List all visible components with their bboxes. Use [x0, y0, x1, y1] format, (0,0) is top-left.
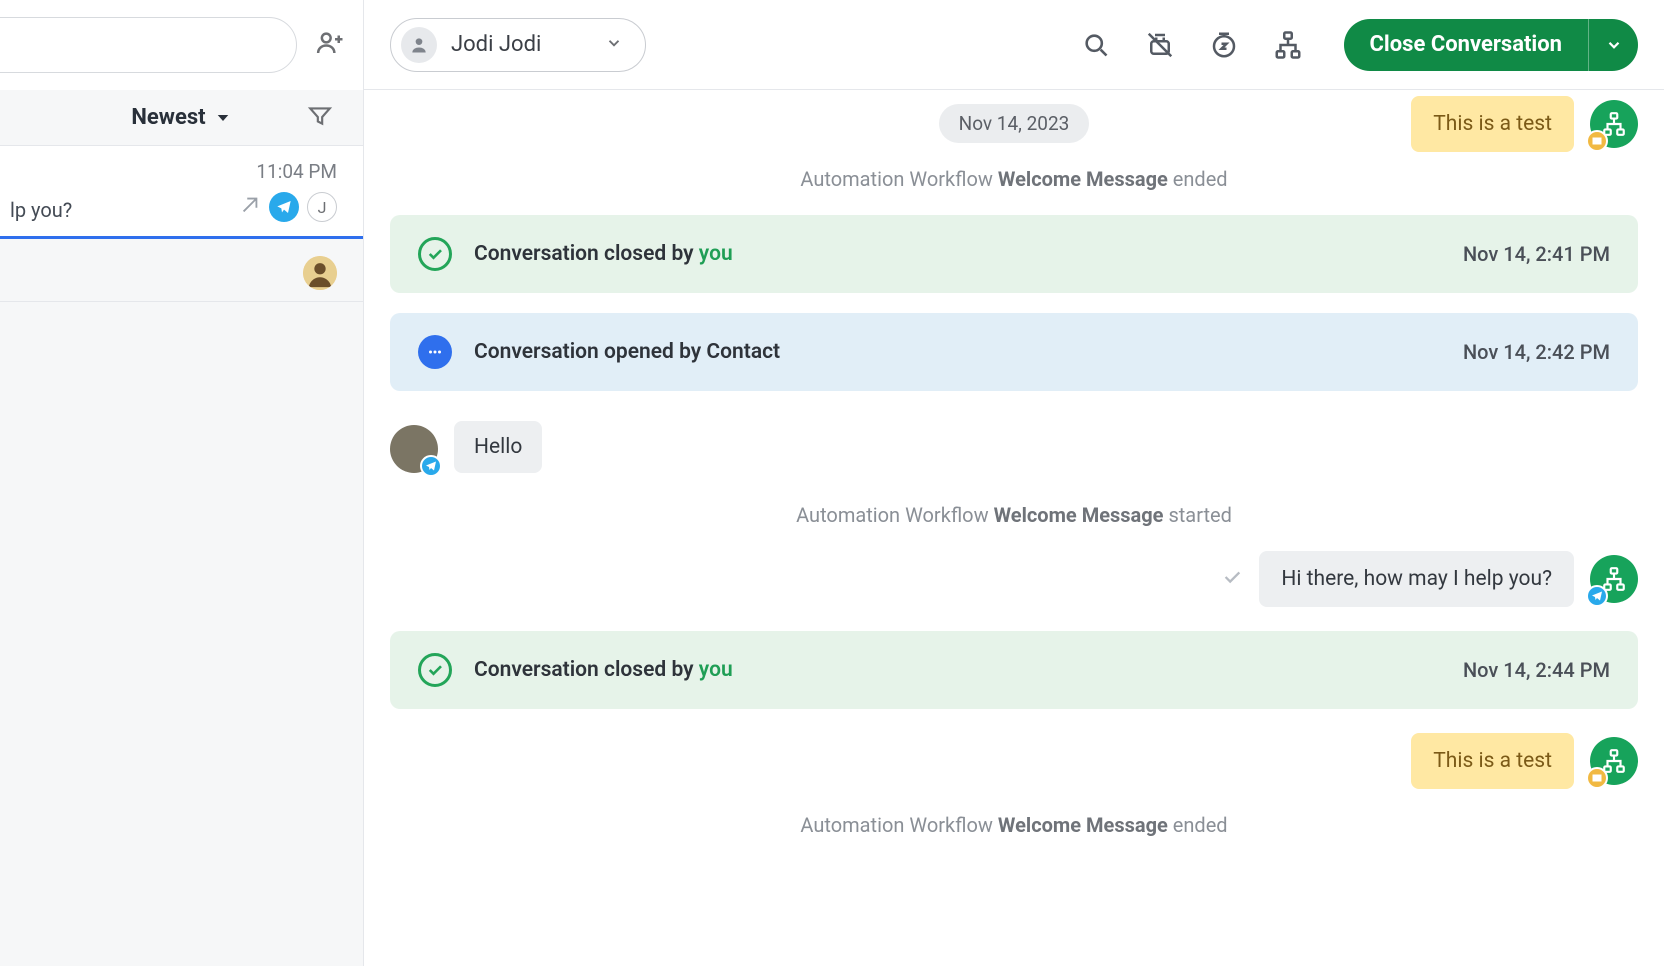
bot-avatar	[1590, 100, 1638, 148]
note-bubble[interactable]: This is a test	[1411, 96, 1574, 152]
conversation-closed-banner: Conversation closed by you Nov 14, 2:41 …	[390, 215, 1638, 293]
event-text: Conversation opened by Contact	[474, 340, 780, 364]
sort-label: Newest	[131, 105, 205, 130]
close-conversation-button[interactable]: Close Conversation	[1344, 19, 1638, 71]
chevron-down-icon	[214, 109, 232, 127]
inbound-message[interactable]: Hello	[454, 421, 542, 473]
automation-workflow-name: Welcome Message	[998, 813, 1168, 837]
outbound-message[interactable]: Hi there, how may I help you?	[1259, 551, 1574, 607]
workflow-tree-icon[interactable]	[1266, 23, 1310, 67]
assignee-badge: J	[307, 192, 337, 222]
telegram-icon	[420, 455, 442, 477]
snooze-icon[interactable]	[1202, 23, 1246, 67]
automation-ended-line: Automation Workflow Welcome Message ende…	[390, 813, 1638, 837]
message-row-note: This is a test	[1411, 96, 1638, 152]
automation-text: started	[1163, 503, 1231, 527]
event-text: Conversation closed by you	[474, 658, 733, 682]
search-input[interactable]	[0, 17, 297, 73]
filter-icon[interactable]	[307, 103, 333, 133]
sidebar: Newest 11:04 PM lp you? J	[0, 0, 364, 966]
chevron-down-icon	[605, 34, 623, 56]
conversation-icons: J	[239, 192, 337, 222]
conversation-closed-banner: Conversation closed by you Nov 14, 2:44 …	[390, 631, 1638, 709]
automation-workflow-name: Welcome Message	[998, 167, 1168, 191]
contact-avatar	[390, 425, 438, 473]
note-badge-icon	[1586, 767, 1608, 789]
chat-pane: This is a test Nov 14, 2023 Automation W…	[364, 90, 1664, 966]
header: Jodi Jodi Close Conversation	[364, 0, 1664, 90]
message-row-note: This is a test	[390, 733, 1638, 789]
event-text-you: you	[699, 658, 733, 682]
conversation-item[interactable]: 11:04 PM lp you? J	[0, 146, 363, 239]
chat-bubble-icon	[418, 335, 452, 369]
event-text-you: you	[699, 242, 733, 266]
sidebar-top	[0, 0, 363, 90]
outgoing-arrow-icon	[239, 194, 261, 220]
check-circle-icon	[418, 653, 452, 687]
search-icon[interactable]	[1074, 23, 1118, 67]
conversation-opened-banner: Conversation opened by Contact Nov 14, 2…	[390, 313, 1638, 391]
event-time: Nov 14, 2:41 PM	[1463, 242, 1610, 266]
automation-text: Automation Workflow	[800, 167, 997, 191]
automation-ended-line: Automation Workflow Welcome Message ende…	[390, 167, 1638, 191]
date-separator: Nov 14, 2023	[939, 104, 1090, 143]
bot-avatar	[1590, 555, 1638, 603]
note-badge-icon	[1586, 130, 1608, 152]
event-text-part: Conversation closed by	[474, 658, 699, 682]
telegram-icon	[1586, 585, 1608, 607]
outbound-message-row: Hi there, how may I help you?	[390, 551, 1638, 607]
note-bubble[interactable]: This is a test	[1411, 733, 1574, 789]
delivered-check-icon	[1221, 566, 1243, 592]
automation-started-line: Automation Workflow Welcome Message star…	[390, 503, 1638, 527]
contact-name: Jodi Jodi	[451, 32, 541, 57]
check-circle-icon	[418, 237, 452, 271]
sort-button[interactable]: Newest	[131, 105, 231, 130]
automation-icon[interactable]	[1138, 23, 1182, 67]
automation-text: Automation Workflow	[800, 813, 997, 837]
close-conversation-label: Close Conversation	[1344, 32, 1588, 57]
add-contact-icon[interactable]	[315, 28, 349, 62]
event-time: Nov 14, 2:44 PM	[1463, 658, 1610, 682]
automation-text: ended	[1168, 813, 1228, 837]
avatar	[303, 256, 337, 290]
telegram-icon	[269, 192, 299, 222]
inbound-message-row: Hello	[390, 421, 1638, 473]
automation-text: Automation Workflow	[796, 503, 993, 527]
conversation-time: 11:04 PM	[256, 160, 337, 183]
automation-workflow-name: Welcome Message	[994, 503, 1164, 527]
close-conversation-dropdown[interactable]	[1588, 19, 1638, 71]
automation-text: ended	[1168, 167, 1228, 191]
event-time: Nov 14, 2:42 PM	[1463, 340, 1610, 364]
sort-row: Newest	[0, 90, 363, 146]
contact-picker[interactable]: Jodi Jodi	[390, 18, 646, 72]
conversation-item[interactable]	[0, 245, 363, 302]
bot-avatar	[1590, 737, 1638, 785]
event-text: Conversation closed by you	[474, 242, 733, 266]
contact-avatar-icon	[401, 27, 437, 63]
event-text-part: Conversation closed by	[474, 242, 699, 266]
